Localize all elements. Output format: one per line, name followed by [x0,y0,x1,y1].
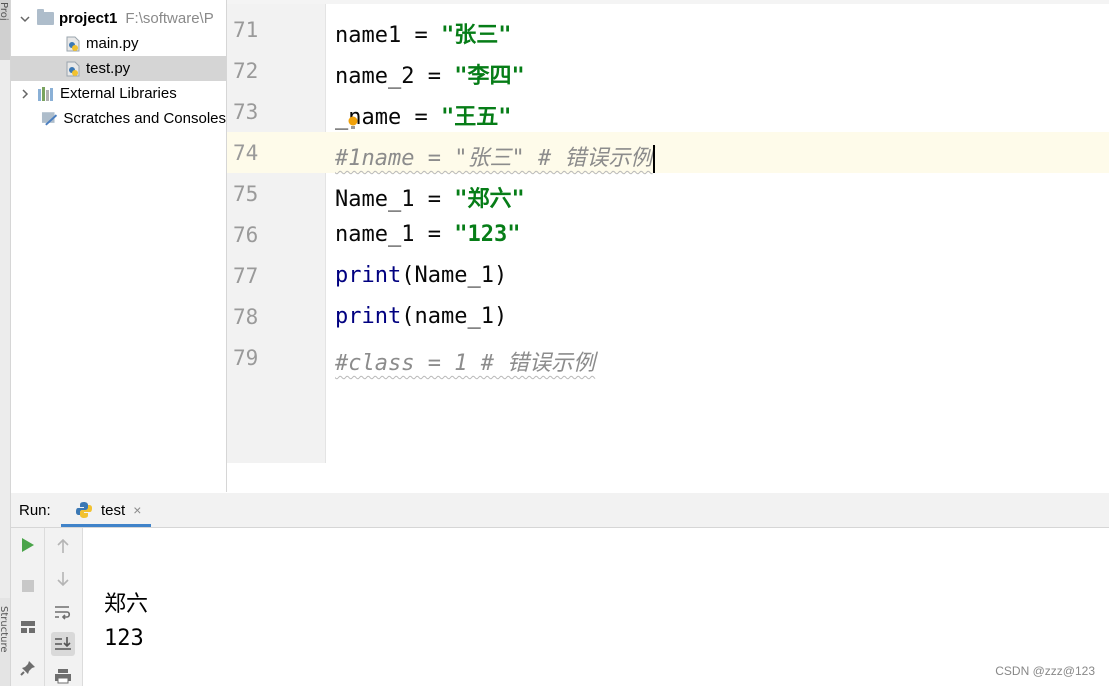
editor-top-border [227,0,1109,4]
stop-icon [22,580,34,592]
python-file-icon [66,61,80,76]
line-number: 72 [233,59,259,83]
scratches-icon [41,111,58,126]
structure-tool-tab[interactable]: Structure [0,598,10,686]
active-tab-indicator [61,524,151,527]
file-label: main.py [86,35,139,52]
tree-row-test-py[interactable]: test.py [11,56,226,81]
scroll-up-button[interactable] [51,534,75,558]
play-icon [22,538,34,552]
soft-wrap-button[interactable] [51,600,75,624]
run-toolbar-primary [11,528,45,686]
code-text: name_2 = "李四" [335,64,525,89]
project-path: F:\software\P [125,10,214,27]
file-label: test.py [86,60,131,77]
code-text: #1name = "张三" # 错误示例 [335,140,656,173]
structure-tool-tab-label: Structure [0,606,9,653]
tree-row-external-libraries[interactable]: External Libraries [11,81,226,106]
rerun-button[interactable] [16,533,40,557]
print-button[interactable] [51,664,75,688]
tree-row-scratches[interactable]: Scratches and Consoles [11,106,226,131]
arrow-down-icon [57,572,69,587]
intention-bulb-icon[interactable] [347,116,359,130]
close-icon[interactable]: × [133,502,141,518]
line-number: 73 [233,100,259,124]
run-panel-body: 郑六 123 CSDN @zzz@123 [11,528,1109,686]
external-libraries-label: External Libraries [60,85,177,102]
run-tab-label: test [101,501,126,519]
pin-icon [20,661,35,676]
text-caret [653,145,656,173]
project-tool-tab-label: Proj [0,2,9,21]
scroll-down-button[interactable] [51,567,75,591]
stop-button[interactable] [16,574,40,598]
code-text: name1 = "张三" [335,23,512,48]
print-icon [55,669,71,684]
tree-row-project1[interactable]: project1 F:\software\P [11,6,226,31]
chevron-right-icon[interactable] [19,88,31,100]
code-text: print(name_1) [335,304,508,329]
layout-icon [21,621,35,633]
code-line[interactable]: 73 _name = "王五" [227,91,1109,132]
run-tab-test[interactable]: test × [61,493,151,527]
code-line[interactable]: 72 name_2 = "李四" [227,50,1109,91]
line-number: 76 [233,223,259,247]
code-line[interactable]: 75 Name_1 = "郑六" [227,173,1109,214]
run-toolbar-secondary [45,528,83,686]
code-line[interactable]: 77 print(Name_1) [227,255,1109,296]
code-text: print(Name_1) [335,263,508,288]
code-line-current[interactable]: 74 #1name = "张三" # 错误示例 [227,132,1109,173]
soft-wrap-icon [55,606,71,620]
run-panel-header: Run: test × [11,493,1109,528]
layout-button[interactable] [16,615,40,639]
library-icon [38,86,53,101]
line-number: 79 [233,346,259,370]
line-number: 78 [233,305,259,329]
run-label: Run: [19,502,51,519]
project-tree-panel: project1 F:\software\P main.py test.py E… [11,0,227,492]
scroll-to-end-icon [55,637,71,650]
code-text: Name_1 = "郑六" [335,187,525,212]
code-line[interactable]: 78 print(name_1) [227,296,1109,337]
folder-icon [37,9,54,25]
line-number: 74 [233,141,259,165]
editor-run-splitter[interactable] [227,463,1109,494]
code-line[interactable]: 76 name_1 = "123" [227,214,1109,255]
pin-button[interactable] [16,656,40,680]
scratches-label: Scratches and Consoles [63,110,226,127]
code-editor[interactable]: 71 name1 = "张三" 72 name_2 = "李四" 73 _nam… [227,0,1109,464]
line-number: 71 [233,18,259,42]
tree-row-main-py[interactable]: main.py [11,31,226,56]
console-output-line: 郑六 [104,592,149,617]
project-name: project1 [59,10,118,27]
code-line[interactable]: 79 #class = 1 # 错误示例 [227,337,1109,378]
python-file-icon [66,36,80,51]
left-tool-strip: Proj Structure [0,0,11,686]
chevron-down-icon[interactable] [19,13,31,25]
project-tool-tab[interactable]: Proj [0,0,10,60]
python-icon [76,502,92,518]
code-text: name_1 = "123" [335,222,521,247]
code-line[interactable]: 71 name1 = "张三" [227,9,1109,50]
console-output-line: 123 [104,626,144,651]
code-text: _name = "王五" [335,105,512,130]
arrow-up-icon [57,538,69,553]
code-text: #class = 1 # 错误示例 [335,351,596,376]
watermark: CSDN @zzz@123 [995,664,1095,678]
line-number: 77 [233,264,259,288]
scroll-to-end-button[interactable] [51,632,75,656]
line-number: 75 [233,182,259,206]
